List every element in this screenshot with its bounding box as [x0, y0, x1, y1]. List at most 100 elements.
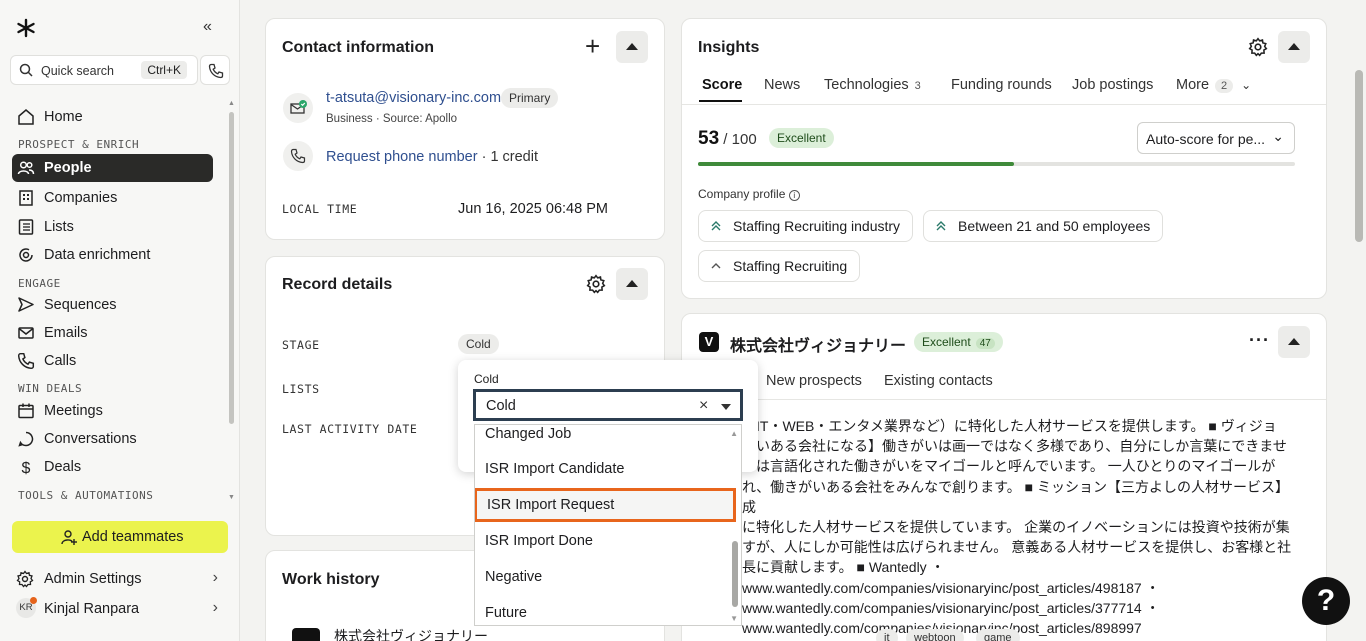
collapse-contact-button[interactable] [616, 31, 648, 63]
scroll-up-icon[interactable]: ▲ [228, 100, 235, 107]
nav-deals[interactable]: $ Deals [12, 453, 213, 481]
main-scrollbar-thumb[interactable] [1355, 70, 1363, 242]
record-details-title: Record details [282, 276, 393, 293]
section-engage: ENGAGE [18, 277, 61, 290]
company-logo-icon: V [699, 332, 719, 352]
nav-data-enrichment[interactable]: Data enrichment [12, 241, 213, 269]
nav-people-label: People [44, 160, 92, 176]
admin-settings-link[interactable]: Admin Settings › [16, 567, 226, 591]
collapse-sidebar-icon[interactable]: « [203, 18, 212, 36]
scroll-up-icon[interactable]: ▲ [730, 429, 738, 438]
tab-technologies[interactable]: Technologies 3 [824, 77, 921, 93]
email-link[interactable]: t-atsuta@visionary-inc.com [326, 90, 501, 106]
nav-home[interactable]: Home [12, 103, 213, 131]
company-logo-icon [292, 628, 320, 641]
tabs-divider [682, 104, 1326, 105]
collapse-company-button[interactable] [1278, 326, 1310, 358]
keyword-tag[interactable]: webtoon [906, 629, 964, 641]
tab-score[interactable]: Score [702, 77, 742, 93]
tab-more[interactable]: More 2 ⌄ [1176, 77, 1251, 93]
user-profile-link[interactable]: KR Kinjal Ranpara › [16, 597, 226, 621]
option-isr-import-candidate[interactable]: ISR Import Candidate [475, 452, 731, 486]
profile-chip[interactable]: Staffing Recruiting [698, 250, 861, 282]
nav-people[interactable]: People [12, 154, 213, 182]
option-negative[interactable]: Negative [475, 560, 731, 594]
request-phone-link[interactable]: Request phone number [326, 149, 478, 165]
more-count: 2 [1215, 79, 1234, 93]
option-changed-job[interactable]: Changed Job [475, 425, 731, 451]
options-scrollbar[interactable] [732, 541, 738, 607]
nav-companies[interactable]: Companies [12, 184, 213, 212]
score-total: / 100 [719, 131, 757, 148]
chevron-down-icon[interactable] [721, 404, 731, 410]
info-icon[interactable]: i [788, 190, 800, 201]
option-future[interactable]: Future [475, 596, 731, 625]
chevron-down-icon: ⌄ [1272, 128, 1284, 144]
quick-search-button[interactable]: Quick search Ctrl+K [10, 55, 198, 85]
score-badge: Excellent [769, 128, 834, 148]
add-icon[interactable]: + [585, 32, 600, 60]
scroll-down-icon[interactable]: ▼ [228, 494, 235, 501]
option-isr-import-done[interactable]: ISR Import Done [475, 524, 731, 558]
lists-label: LISTS [282, 382, 320, 396]
keyword-tag[interactable]: it [876, 629, 898, 641]
profile-chip[interactable]: Staffing Recruiting industry [698, 210, 914, 242]
gear-icon[interactable] [586, 274, 606, 294]
tab-existing-contacts[interactable]: Existing contacts [884, 373, 993, 389]
nav-meetings-label: Meetings [44, 403, 103, 419]
tab-news[interactable]: News [764, 77, 800, 93]
nav-calls-label: Calls [44, 353, 77, 369]
company-name[interactable]: 株式会社ヴィジョナリー [730, 332, 906, 356]
score-display: 53 / 100 [698, 128, 757, 150]
email-verified-icon [283, 93, 313, 123]
last-activity-label: LAST ACTIVITY DATE [282, 422, 418, 436]
main-scrollbar[interactable] [1353, 0, 1366, 641]
section-win-deals: WIN DEALS [18, 382, 83, 395]
stage-select-value: Cold [486, 398, 516, 414]
nav-deals-label: Deals [44, 459, 82, 475]
sidebar-scrollbar[interactable] [229, 112, 234, 424]
local-time-label: LOCAL TIME [282, 202, 358, 216]
stage-badge[interactable]: Cold [458, 334, 499, 354]
user-name: Kinjal Ranpara [44, 601, 140, 617]
keyword-tag[interactable]: game [976, 629, 1020, 641]
company-profile-label: Company profile i [698, 187, 800, 201]
add-teammates-label: Add teammates [82, 529, 184, 545]
tab-job-postings[interactable]: Job postings [1072, 77, 1153, 93]
auto-score-select[interactable]: Auto-score for pe... ⌄ [1137, 122, 1295, 154]
collapse-record-button[interactable] [616, 268, 648, 300]
tab-funding-rounds[interactable]: Funding rounds [951, 77, 1052, 93]
dialer-button[interactable] [200, 55, 230, 85]
chevron-right-icon: › [212, 599, 218, 616]
nav-emails-label: Emails [44, 325, 88, 341]
nav-lists[interactable]: Lists [12, 213, 213, 241]
phone-icon [283, 141, 313, 171]
score-progress-fill [698, 162, 1015, 166]
add-user-icon [61, 530, 77, 545]
sidebar: « Quick search Ctrl+K Home PROSPECT & EN… [0, 0, 240, 641]
gear-icon[interactable] [1248, 37, 1268, 57]
tab-more-label: More [1176, 77, 1210, 93]
nav-meetings[interactable]: Meetings [12, 397, 213, 425]
nav-sequences[interactable]: Sequences [12, 291, 213, 319]
help-button[interactable]: ? [1302, 577, 1350, 625]
request-phone-row: Request phone number · 1 credit [326, 149, 538, 165]
stage-select-input[interactable]: Cold × [473, 389, 743, 421]
tab-technologies-label: Technologies [824, 77, 909, 93]
more-options-icon[interactable]: ··· [1249, 330, 1270, 351]
profile-chip[interactable]: Between 21 and 50 employees [923, 210, 1164, 242]
nav-conversations[interactable]: Conversations [12, 425, 213, 453]
nav-calls[interactable]: Calls [12, 347, 213, 375]
apollo-logo-icon[interactable] [16, 18, 36, 38]
people-icon [17, 161, 35, 175]
add-teammates-button[interactable]: Add teammates [12, 521, 228, 553]
work-history-title: Work history [282, 571, 380, 588]
clear-icon[interactable]: × [699, 397, 708, 415]
scroll-down-icon[interactable]: ▼ [730, 614, 738, 623]
option-isr-import-request[interactable]: ISR Import Request [475, 488, 736, 522]
work-history-company[interactable]: 株式会社ヴィジョナリー [334, 626, 488, 641]
company-profile-text: Company profile [698, 187, 786, 201]
tab-new-prospects[interactable]: New prospects [766, 373, 862, 389]
nav-emails[interactable]: Emails [12, 319, 213, 347]
collapse-insights-button[interactable] [1278, 31, 1310, 63]
